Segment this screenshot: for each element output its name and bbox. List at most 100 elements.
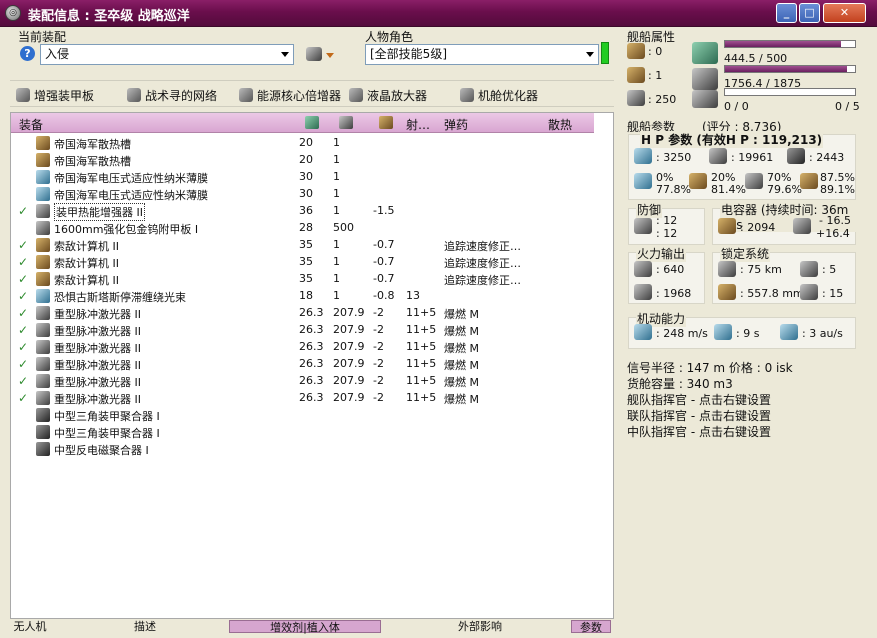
close-button[interactable]: ✕	[823, 3, 866, 23]
module-cap: -2	[373, 323, 384, 336]
active-check-icon[interactable]: ✓	[18, 323, 28, 337]
table-row[interactable]: ✓ 重型脉冲激光器 II 26.3 207.9 -2 11+5 爆燃 M	[11, 339, 594, 356]
col-ammo[interactable]: 弹药	[444, 116, 468, 133]
col-heat[interactable]: 散热	[548, 116, 572, 133]
cpu-icon[interactable]	[305, 116, 319, 129]
calibration-text: 0 / 0	[724, 100, 749, 113]
table-row[interactable]: ✓ 索敌计算机 II 35 1 -0.7 追踪速度修正…	[11, 271, 594, 288]
tab-tactical-network[interactable]: 战术寻的网络	[127, 86, 217, 104]
module-icon	[36, 170, 50, 184]
module-ammo: 爆燃 M	[444, 325, 479, 338]
capacitor-icon	[718, 218, 736, 234]
active-check-icon[interactable]: ✓	[18, 204, 28, 218]
speed-icon	[634, 324, 652, 340]
module-icon	[36, 221, 50, 235]
maximize-button[interactable]: □	[799, 3, 820, 23]
powergrid-icon[interactable]	[339, 116, 353, 129]
dropdown-arrow-icon[interactable]	[326, 53, 334, 58]
sensor-strength: : 15	[822, 287, 844, 300]
repair-icon	[634, 218, 652, 234]
table-row[interactable]: 中型三角装甲聚合器 I	[11, 424, 594, 441]
table-row[interactable]: 帝国海军电压式适应性纳米薄膜 30 1	[11, 169, 594, 186]
module-ammo: 追踪速度修正…	[444, 240, 521, 253]
active-check-icon[interactable]: ✓	[18, 255, 28, 269]
drone-bay-icon	[627, 90, 645, 106]
ship-tools-icon[interactable]	[306, 47, 322, 61]
module-name: 1600mm强化包金钨附甲板 I	[54, 223, 199, 236]
fitting-select[interactable]: 入侵	[40, 44, 294, 65]
explosive-resist-bot: 89.1%	[820, 183, 855, 196]
active-check-icon[interactable]: ✓	[18, 238, 28, 252]
module-cap: -0.8	[373, 289, 395, 302]
active-check-icon[interactable]: ✓	[18, 391, 28, 405]
table-row[interactable]: ✓ 重型脉冲激光器 II 26.3 207.9 -2 11+5 爆燃 M	[11, 305, 594, 322]
module-cpu: 35	[299, 255, 313, 268]
targeting-title: 锁定系统	[720, 245, 771, 262]
structure-hp: : 2443	[809, 151, 845, 164]
table-row[interactable]: 帝国海军电压式适应性纳米薄膜 30 1	[11, 186, 594, 203]
module-icon	[36, 374, 50, 388]
explosive-resist-icon	[800, 173, 818, 189]
module-range: 11+5	[406, 306, 437, 319]
window-title: 装配信息 : 圣卒级 战略巡洋	[28, 9, 190, 24]
table-row[interactable]: 1600mm强化包金钨附甲板 I 28 500	[11, 220, 594, 237]
active-check-icon[interactable]: ✓	[18, 306, 28, 320]
module-cpu: 18	[299, 289, 313, 302]
tab-implants[interactable]: 增效剂|植入体	[229, 620, 381, 634]
tab-drones[interactable]: 无人机	[10, 620, 50, 633]
wing-commander[interactable]: 联队指挥官 - 点击右键设置	[627, 407, 771, 424]
help-icon[interactable]: ?	[20, 46, 35, 61]
turret-dps-icon	[634, 261, 652, 277]
tab-crystal-amp[interactable]: 液晶放大器	[349, 86, 427, 104]
tab-armor-plate[interactable]: 增强装甲板	[16, 86, 94, 104]
minimize-button[interactable]: _	[776, 3, 797, 23]
table-row[interactable]: 中型反电磁聚合器 I	[11, 441, 594, 458]
module-name: 重型脉冲激光器 II	[54, 376, 141, 389]
active-check-icon[interactable]: ✓	[18, 340, 28, 354]
table-row[interactable]: 中型三角装甲聚合器 I	[11, 407, 594, 424]
module-cpu: 35	[299, 238, 313, 251]
fleet-commander[interactable]: 舰队指挥官 - 点击右键设置	[627, 391, 771, 408]
table-row[interactable]: ✓ 恐惧古斯塔斯停滞缠绕光束 18 1 -0.8 13	[11, 288, 594, 305]
character-select[interactable]: [全部技能5级]	[365, 44, 599, 65]
firepower-v1: : 640	[656, 263, 685, 276]
character-select-value: [全部技能5级]	[370, 47, 447, 61]
table-row[interactable]: ✓ 索敌计算机 II 35 1 -0.7 追踪速度修正…	[11, 237, 594, 254]
module-cpu: 35	[299, 272, 313, 285]
scan-res: : 557.8 mm	[740, 287, 804, 300]
tab-external[interactable]: 外部影响	[450, 620, 510, 633]
active-check-icon[interactable]: ✓	[18, 374, 28, 388]
tab-core-multiplier[interactable]: 能源核心倍增器	[239, 86, 341, 104]
em-resist-icon	[634, 173, 652, 189]
table-row[interactable]: ✓ 索敌计算机 II 35 1 -0.7 追踪速度修正…	[11, 254, 594, 271]
active-check-icon[interactable]: ✓	[18, 289, 28, 303]
table-row[interactable]: ✓ 重型脉冲激光器 II 26.3 207.9 -2 11+5 爆燃 M	[11, 373, 594, 390]
module-icon	[36, 408, 50, 422]
table-row[interactable]: 帝国海军散热槽 20 1	[11, 135, 594, 152]
table-row[interactable]: ✓ 重型脉冲激光器 II 26.3 207.9 -2 11+5 爆燃 M	[11, 322, 594, 339]
table-row[interactable]: ✓ 装甲热能增强器 II 36 1 -1.5	[11, 203, 594, 221]
table-row[interactable]: ✓ 重型脉冲激光器 II 26.3 207.9 -2 11+5 爆燃 M	[11, 356, 594, 373]
active-check-icon[interactable]: ✓	[18, 272, 28, 286]
firepower-v2: : 1968	[656, 287, 692, 300]
module-pg: 1	[333, 204, 340, 217]
table-row[interactable]: ✓ 重型脉冲激光器 II 26.3 207.9 -2 11+5 爆燃 M	[11, 390, 594, 407]
col-equipment[interactable]: 装备	[19, 116, 43, 133]
tab-description[interactable]: 描述	[125, 620, 165, 633]
scan-res-icon	[718, 284, 736, 300]
tab-params[interactable]: 参数	[571, 620, 611, 634]
capacitor-icon[interactable]	[379, 116, 393, 129]
module-range: 11+5	[406, 374, 437, 387]
module-name: 中型三角装甲聚合器 I	[54, 410, 160, 423]
module-cap: -1.5	[373, 204, 395, 217]
module-pg: 207.9	[333, 357, 365, 370]
tab-hold-optimizer[interactable]: 机舱优化器	[460, 86, 538, 104]
active-check-icon[interactable]: ✓	[18, 357, 28, 371]
defense-v2: : 12	[656, 227, 678, 240]
module-range: 11+5	[406, 357, 437, 370]
col-range[interactable]: 射…	[406, 116, 430, 133]
squad-commander[interactable]: 中队指挥官 - 点击右键设置	[627, 423, 771, 440]
table-row[interactable]: 帝国海军散热槽 20 1	[11, 152, 594, 169]
module-name: 重型脉冲激光器 II	[54, 342, 141, 355]
powergrid-icon	[692, 68, 718, 90]
